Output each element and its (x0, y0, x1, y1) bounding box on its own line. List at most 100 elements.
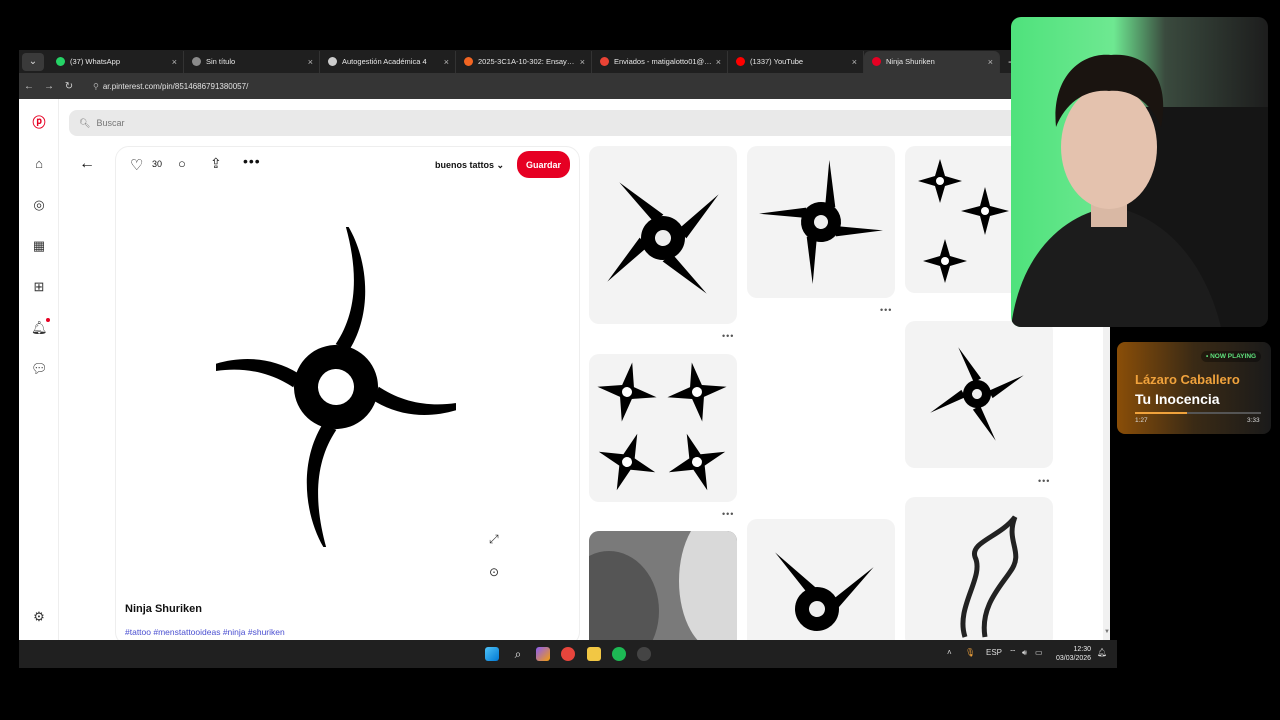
more-options-icon[interactable]: ••• (880, 305, 892, 315)
tab-title: 2025-3C1A-10-302: Ensayo de (478, 57, 576, 66)
pinterest-page: ⓟ ⌂ ◎ ▦ ⊞ 🔔︎ 💬︎ ⚙ 🔍︎ Buscar ← ♡ 30 ○ ⇪ •… (19, 99, 1110, 640)
boards-icon[interactable]: ▦ (31, 238, 47, 254)
forward-icon[interactable]: → (39, 81, 59, 92)
search-bar[interactable]: 🔍︎ Buscar (69, 110, 1110, 136)
reload-icon[interactable]: ↻ (59, 81, 79, 92)
close-tab-icon[interactable]: × (444, 57, 449, 67)
related-pin[interactable] (905, 321, 1053, 468)
youtube-icon (736, 57, 745, 66)
create-icon[interactable]: ⊞ (31, 279, 47, 295)
sidebar: ⓟ ⌂ ◎ ▦ ⊞ 🔔︎ 💬︎ ⚙ (19, 99, 59, 640)
browser-tab[interactable]: (37) WhatsApp × (48, 50, 184, 73)
site-info-icon[interactable]: ⚲ (93, 82, 99, 91)
like-count: 30 (152, 159, 163, 169)
battery-icon[interactable]: ▭ (1035, 648, 1043, 657)
heart-icon[interactable]: ♡ (130, 156, 143, 174)
volume-icon[interactable]: 🔊︎ (1022, 648, 1027, 658)
settings-icon[interactable]: ⚙ (31, 609, 47, 625)
file-explorer-icon[interactable] (587, 647, 601, 661)
board-selector[interactable]: buenos tattos ⌄ (435, 160, 504, 171)
messages-icon[interactable]: 💬︎ (31, 361, 48, 377)
clock-date: 03/03/2026 (1056, 655, 1092, 662)
shuriken-thumbnail (607, 182, 719, 294)
tab-title: Ninja Shuriken (886, 57, 935, 66)
notifications-icon[interactable]: 🔔︎ (31, 318, 50, 336)
song-title: Tu Inocencia (1135, 391, 1220, 407)
close-tab-icon[interactable]: × (308, 57, 313, 67)
related-pin[interactable] (905, 497, 1053, 640)
more-options-icon[interactable]: ••• (243, 153, 261, 169)
close-tab-icon[interactable]: × (580, 57, 585, 67)
language-indicator[interactable]: ESP (986, 648, 1002, 657)
search-icon[interactable]: ⌕ (511, 647, 525, 661)
shuriken-thumbnail (597, 362, 727, 491)
home-icon[interactable]: ⌂ (31, 156, 47, 172)
now-playing-widget: • NOW PLAYING Lázaro Caballero Tu Inocen… (1117, 342, 1271, 434)
close-tab-icon[interactable]: × (988, 57, 993, 67)
duration: 3:33 (1247, 417, 1260, 424)
related-pin[interactable] (747, 519, 895, 640)
browser-tab[interactable]: 2025-3C1A-10-302: Ensayo de × (456, 50, 592, 73)
photo-thumbnail (589, 531, 737, 640)
related-pin[interactable] (589, 354, 737, 502)
artist-name: Lázaro Caballero (1135, 372, 1240, 387)
back-icon[interactable]: ← (19, 81, 39, 92)
close-tab-icon[interactable]: × (172, 57, 177, 67)
tab-title: (37) WhatsApp (70, 57, 121, 66)
browser-tab[interactable]: Autogestión Académica 4 × (320, 50, 456, 73)
browser-tab[interactable]: (1337) YouTube × (728, 50, 864, 73)
chevron-up-icon[interactable]: ˄ (947, 648, 952, 657)
close-tab-icon[interactable]: × (852, 57, 857, 67)
related-pin[interactable] (589, 146, 737, 324)
gmail-icon (600, 57, 609, 66)
back-button[interactable]: ← (79, 155, 95, 173)
whatsapp-icon (56, 57, 65, 66)
lettering-thumbnail (960, 515, 1019, 638)
windows-start-icon[interactable] (485, 647, 499, 661)
more-options-icon[interactable]: ••• (722, 509, 734, 519)
taskbar: ⌕ ˄ 🎙︎ ESP ⌔ 🔊︎ ▭ 12:30 03/03/2026 🔔︎ (19, 640, 1117, 668)
browser-tab[interactable]: Sin título × (184, 50, 320, 73)
save-button[interactable]: Guardar (517, 151, 570, 178)
app-icon[interactable] (637, 647, 651, 661)
shuriken-image[interactable] (216, 227, 456, 547)
comment-icon[interactable]: ○ (178, 156, 186, 171)
shuriken-thumbnail (759, 160, 883, 284)
search-placeholder: Buscar (96, 118, 125, 128)
tab-title: (1337) YouTube (750, 57, 804, 66)
clock-time: 12:30 (1073, 646, 1092, 653)
share-icon[interactable]: ⇪ (210, 155, 222, 172)
browser-tab[interactable]: Enviados - matigalotto01@gm × (592, 50, 728, 73)
clock[interactable]: 12:30 03/03/2026 (1056, 645, 1091, 663)
more-options-icon[interactable]: ••• (722, 331, 734, 341)
spotify-icon[interactable] (612, 647, 626, 661)
url-field[interactable]: ⚲ ar.pinterest.com/pin/851468679138­0057/ (93, 82, 248, 91)
notification-dot (46, 318, 50, 322)
tab-search-button[interactable]: ⌄ (22, 52, 44, 71)
wifi-icon[interactable]: ⌔ (1009, 648, 1017, 658)
copilot-icon[interactable] (536, 647, 550, 661)
tab-title: Enviados - matigalotto01@gm (614, 57, 712, 66)
pin-tags[interactable]: #tattoo #menstattooideas #ninja #shurike… (125, 627, 285, 637)
explore-icon[interactable]: ◎ (31, 197, 47, 213)
expand-icon[interactable]: ⤢ (489, 532, 499, 547)
browser-tab[interactable]: Ninja Shuriken × (864, 50, 1000, 73)
now-playing-badge: • NOW PLAYING (1201, 351, 1262, 362)
document-icon (328, 57, 337, 66)
pinterest-logo-icon[interactable]: ⓟ (31, 115, 47, 131)
chrome-icon[interactable] (561, 647, 575, 661)
scroll-down-icon[interactable]: ▼ (1104, 629, 1110, 635)
related-pin[interactable] (589, 531, 737, 640)
shuriken-thumbnail (775, 552, 874, 631)
tab-title: Sin título (206, 57, 236, 66)
microphone-icon[interactable]: 🎙︎ (965, 648, 975, 657)
screen: ⌄ (37) WhatsApp × Sin título × Autogestión A… (0, 0, 1280, 720)
address-bar: ← → ↻ ⚲ ar.pinterest.com/pin/851468679138… (19, 73, 1110, 99)
more-options-icon[interactable]: ••• (1038, 476, 1050, 486)
notifications-icon[interactable]: 🔔︎ (1097, 648, 1107, 657)
related-pin[interactable] (747, 146, 895, 298)
search-icon: 🔍︎ (79, 117, 91, 128)
close-tab-icon[interactable]: × (716, 57, 721, 67)
visual-search-icon[interactable]: ⊙ (489, 565, 499, 579)
url-text: ar.pinterest.com/pin/851468679138­0057/ (102, 81, 249, 91)
